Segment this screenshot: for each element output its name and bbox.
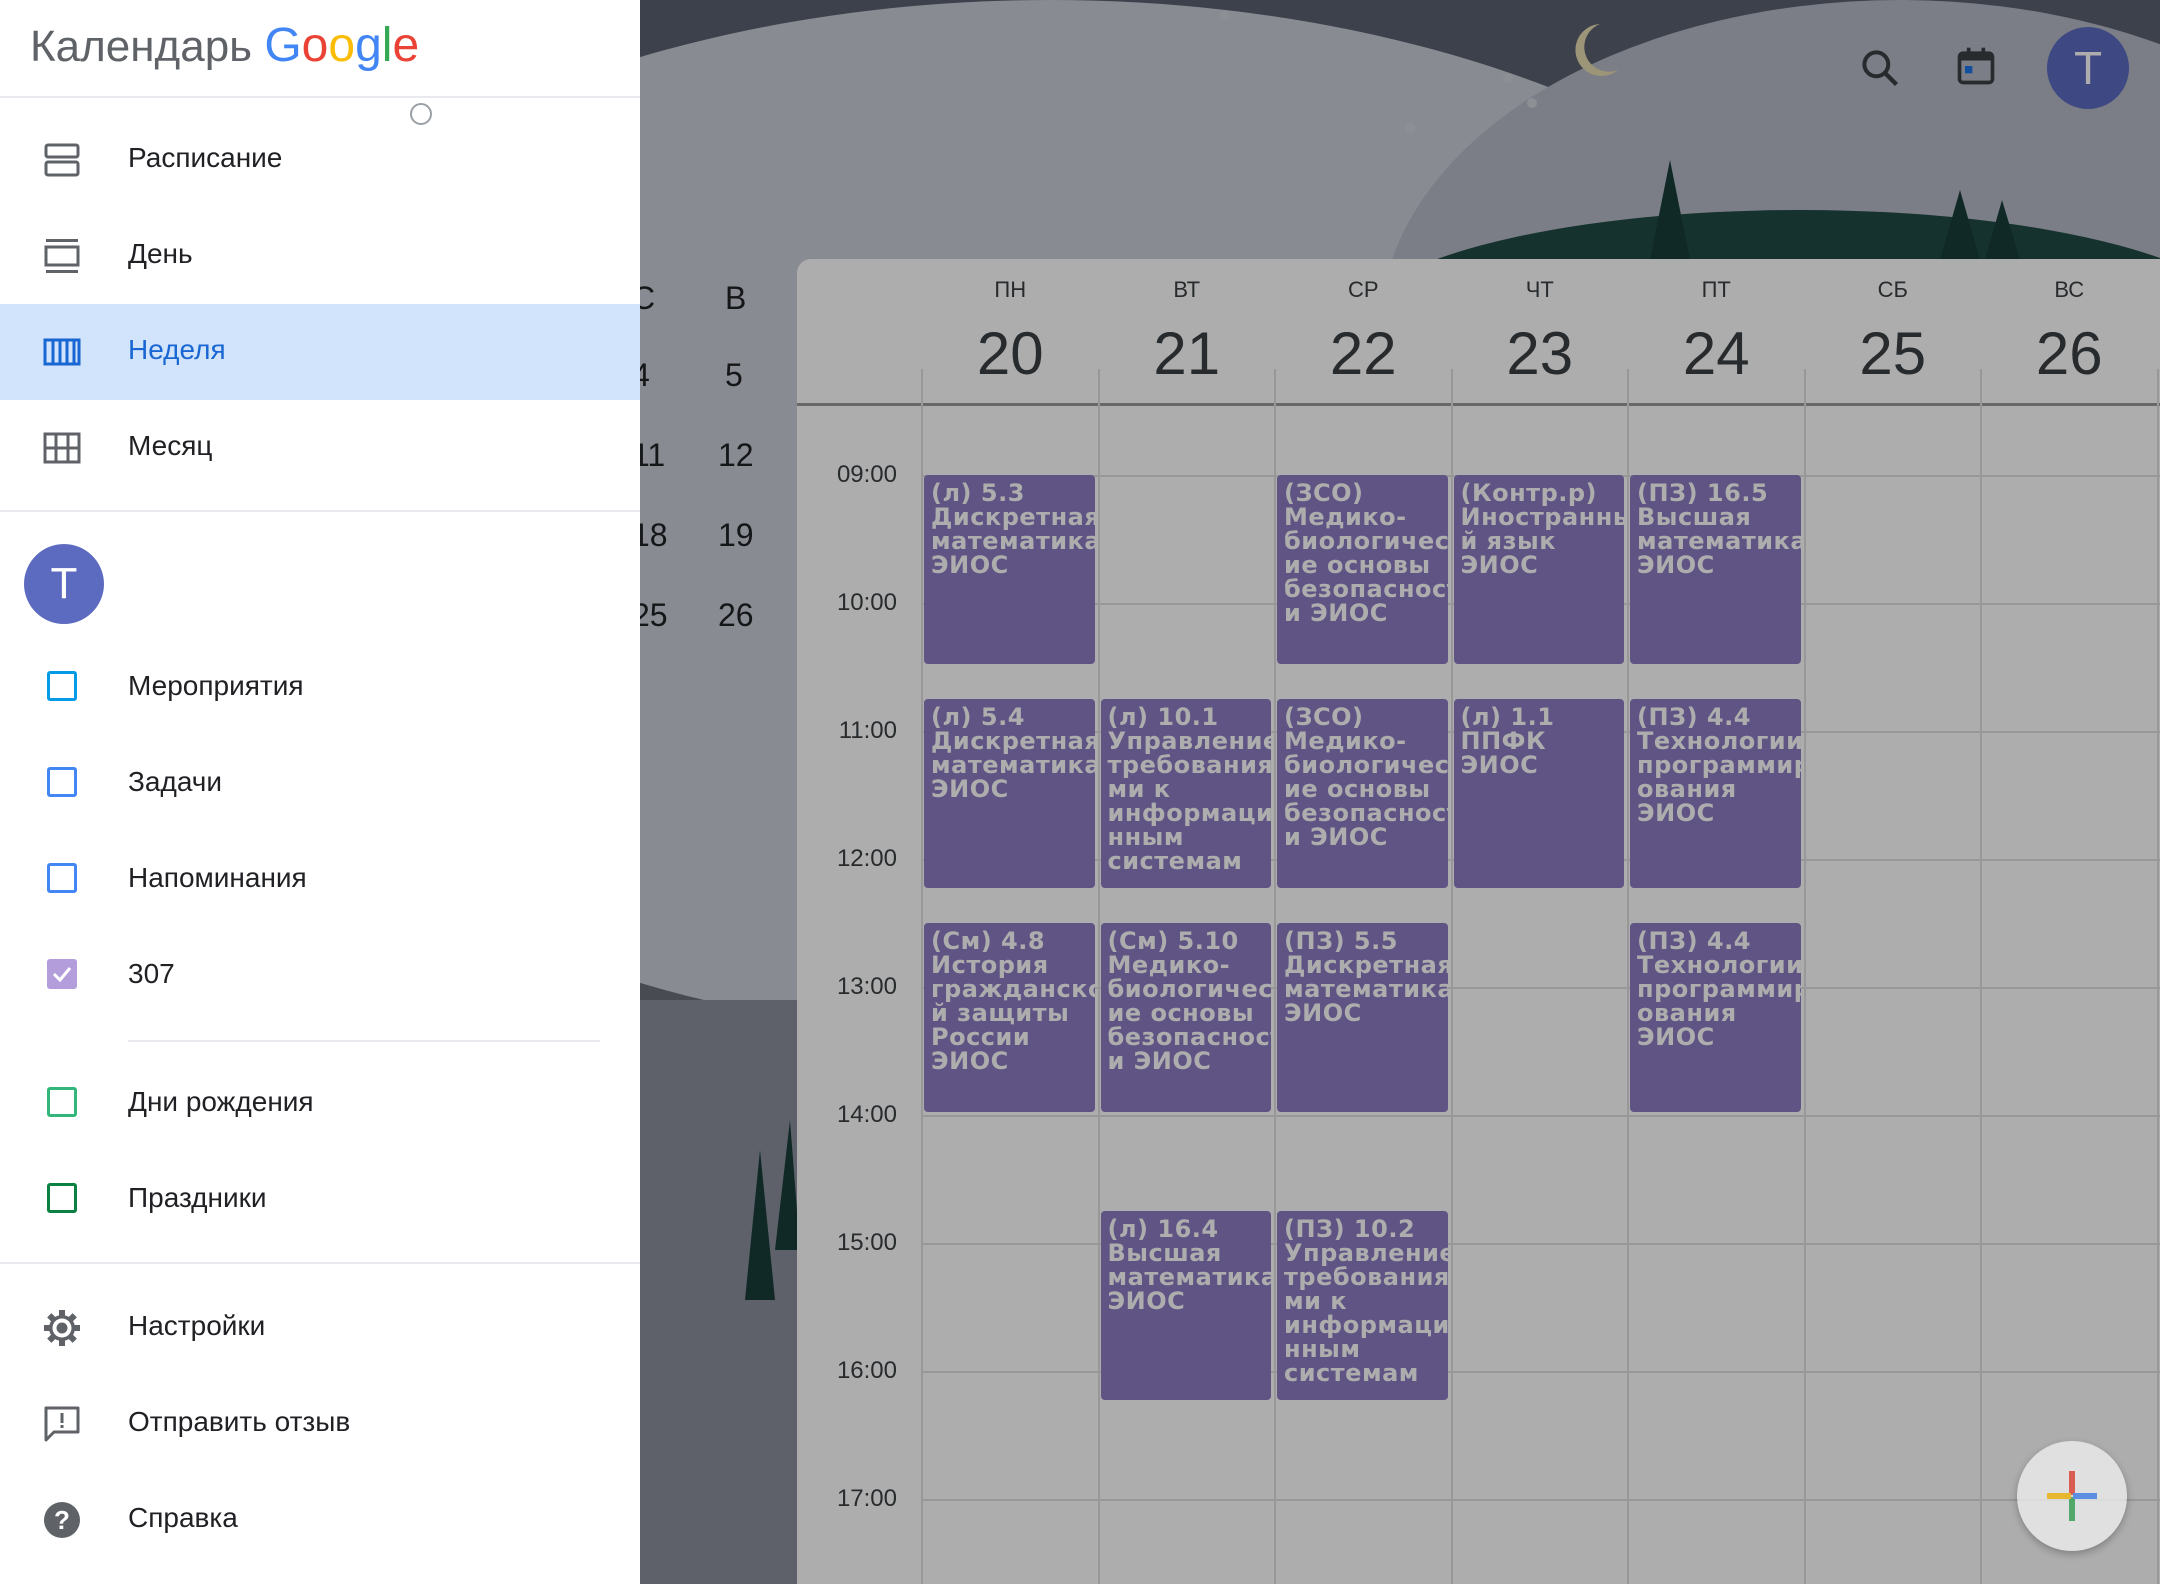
google-logo-letter: o: [328, 19, 356, 72]
gear-icon: [42, 1308, 82, 1348]
calendar-item-label: 307: [128, 958, 175, 989]
divider: [0, 1262, 640, 1264]
nav-label: День: [128, 238, 193, 269]
app-title: Календарь: [30, 22, 253, 71]
day-view-icon: [42, 236, 82, 276]
checkbox-icon[interactable]: [47, 671, 77, 701]
calendar-item[interactable]: Праздники: [0, 1152, 640, 1248]
calendar-item-label: Дни рождения: [128, 1086, 314, 1117]
drawer-avatar[interactable]: T: [24, 544, 104, 624]
calendar-item[interactable]: 307: [0, 928, 640, 1024]
calendar-item[interactable]: Дни рождения: [0, 1056, 640, 1152]
checkbox-icon[interactable]: [47, 863, 77, 893]
nav-label: Неделя: [128, 334, 226, 365]
help-icon: ?: [42, 1500, 82, 1540]
nav-schedule[interactable]: Расписание: [0, 112, 640, 208]
checkbox-icon[interactable]: [47, 767, 77, 797]
google-logo-letter: e: [392, 19, 420, 72]
svg-text:?: ?: [54, 1505, 70, 1535]
divider: [0, 96, 640, 98]
help-item[interactable]: ? Справка: [0, 1472, 640, 1568]
calendar-item-label: Задачи: [128, 766, 223, 797]
settings-label: Настройки: [128, 1310, 266, 1341]
help-label: Справка: [128, 1502, 238, 1533]
checkbox-icon[interactable]: [47, 1183, 77, 1213]
nav-label: Месяц: [128, 430, 213, 461]
feedback-label: Отправить отзыв: [128, 1406, 351, 1437]
nav-month[interactable]: Месяц: [0, 400, 640, 496]
navigation-drawer: Календарь Google Расписание День Неделя …: [0, 0, 640, 1584]
calendar-item[interactable]: Напоминания: [0, 832, 640, 928]
google-logo-letter: g: [355, 19, 382, 72]
checkbox-checked-icon[interactable]: [47, 959, 77, 989]
google-logo-letter: G: [264, 19, 302, 72]
divider: [0, 510, 640, 512]
calendar-item-label: Праздники: [128, 1182, 267, 1213]
month-view-icon: [42, 428, 82, 468]
week-view-icon: [42, 332, 82, 372]
create-event-button[interactable]: [2017, 1441, 2127, 1551]
plus-icon: [2047, 1471, 2097, 1521]
checkbox-icon[interactable]: [47, 1087, 77, 1117]
calendar-item[interactable]: Мероприятия: [0, 640, 640, 736]
google-logo: Google: [264, 19, 419, 72]
nav-day[interactable]: День: [0, 208, 640, 304]
calendar-item[interactable]: Задачи: [0, 736, 640, 832]
settings-item[interactable]: Настройки: [0, 1280, 640, 1376]
nav-week[interactable]: Неделя: [0, 304, 640, 400]
app-logo: Календарь Google: [30, 18, 419, 78]
google-logo-letter: l: [381, 19, 393, 72]
feedback-icon: [42, 1404, 82, 1444]
google-logo-letter: o: [301, 19, 329, 72]
calendar-item-label: Напоминания: [128, 862, 307, 893]
schedule-icon: [42, 140, 82, 180]
nav-label: Расписание: [128, 142, 283, 173]
feedback-item[interactable]: Отправить отзыв: [0, 1376, 640, 1472]
calendar-item-label: Мероприятия: [128, 670, 304, 701]
divider: [128, 1040, 600, 1042]
